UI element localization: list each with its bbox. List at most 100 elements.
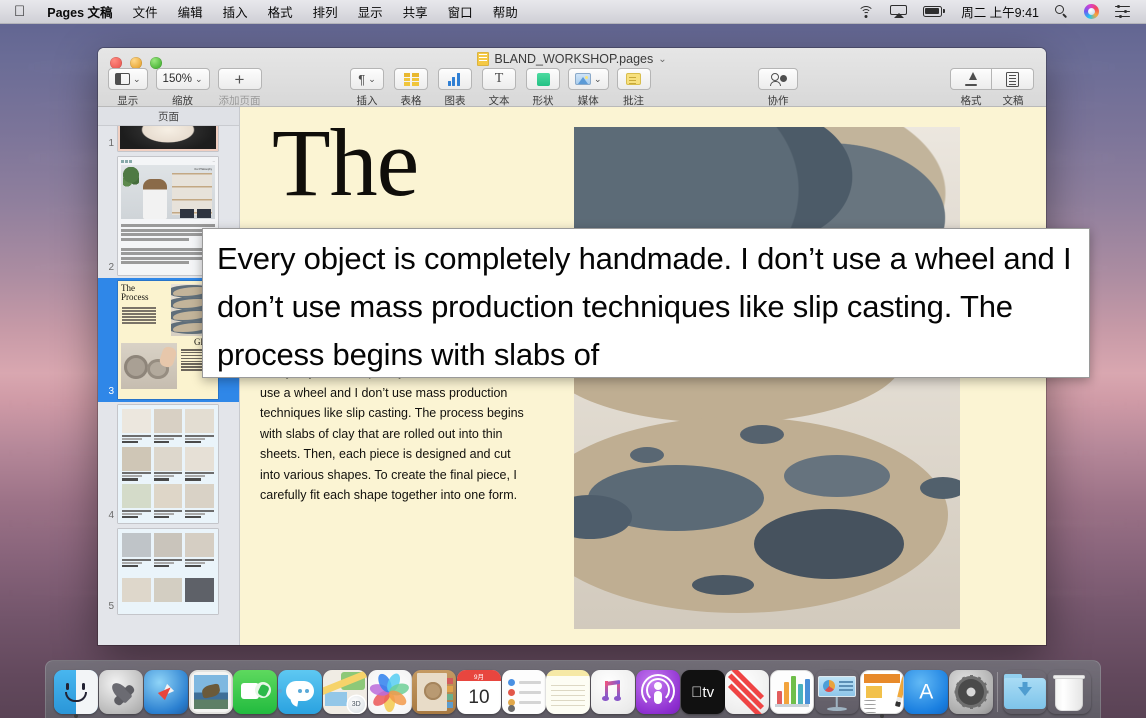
comment-label: 批注	[623, 93, 644, 108]
battery-icon[interactable]	[915, 0, 953, 23]
window-toolbar: BLAND_WORKSHOP.pages ⌄ ⌄ 显示 150%⌄ 缩放 + 添…	[98, 48, 1046, 107]
page-body-text[interactable]: Every object is completely handmade. I d…	[260, 362, 530, 506]
page-thumbnail-1[interactable]: 1	[98, 126, 239, 154]
dock-item-appstore[interactable]: A	[904, 664, 949, 714]
document-panel-label: 文稿	[1003, 93, 1024, 108]
document-panel-button[interactable]: 文稿	[992, 68, 1034, 108]
plus-icon: +	[235, 71, 245, 88]
media-button[interactable]: ⌄ 媒体	[568, 68, 609, 108]
page-number-3: 3	[98, 386, 118, 399]
dock-item-maps[interactable]	[322, 664, 367, 714]
dock-item-numbers[interactable]	[770, 664, 815, 714]
menu-item-view[interactable]: 显示	[348, 0, 393, 23]
dock-item-calendar[interactable]: 9月 10	[457, 664, 502, 714]
page-thumbnail-1-image	[118, 126, 218, 151]
format-panel-button[interactable]: 格式	[950, 68, 992, 108]
zoom-button[interactable]: 150%⌄ 缩放	[156, 68, 210, 108]
dock-item-facetime[interactable]	[233, 664, 278, 714]
menu-item-insert[interactable]: 插入	[213, 0, 258, 23]
menu-bar-clock[interactable]: 周二 上午9:41	[953, 0, 1047, 23]
insert-label: 插入	[357, 93, 378, 108]
chart-label: 图表	[445, 93, 466, 108]
dock-item-contacts[interactable]	[412, 664, 457, 714]
page-number-5: 5	[98, 601, 118, 614]
page-headline[interactable]: The	[272, 115, 418, 211]
control-center-icon[interactable]	[1107, 0, 1138, 23]
dock-item-notes[interactable]	[546, 664, 591, 714]
menu-bar:  Pages 文稿 文件 编辑 插入 格式 排列 显示 共享 窗口 帮助 周二…	[0, 0, 1146, 24]
dock-item-podcasts[interactable]	[636, 664, 681, 714]
dock-item-appletv[interactable]: tv	[680, 664, 725, 714]
shape-button[interactable]: 形状	[524, 68, 562, 108]
collaborate-icon	[770, 72, 787, 86]
add-page-label: 添加页面	[219, 93, 261, 108]
add-page-button[interactable]: + 添加页面	[218, 68, 262, 108]
dock-item-trash[interactable]	[1047, 664, 1092, 714]
chart-icon	[448, 73, 463, 86]
menu-item-edit[interactable]: 编辑	[168, 0, 213, 23]
text-button[interactable]: T 文本	[480, 68, 518, 108]
chart-button[interactable]: 图表	[436, 68, 474, 108]
page-thumbnail-4[interactable]: 4	[98, 402, 239, 526]
dock-item-music[interactable]	[591, 664, 636, 714]
format-label: 格式	[961, 93, 982, 108]
document-title: BLAND_WORKSHOP.pages	[494, 52, 653, 66]
table-icon	[404, 73, 419, 86]
view-icon	[115, 73, 130, 85]
pages-document-icon	[477, 52, 489, 66]
page-thumbnail-5-image	[118, 529, 218, 614]
page-thumbnail-list[interactable]: 1 2 — Our Philosophy	[98, 126, 239, 645]
dock-separator	[993, 670, 1002, 714]
search-icon[interactable]	[1047, 0, 1076, 23]
sidebar-header: 页面	[98, 107, 239, 126]
title-chevron-down-icon[interactable]: ⌄	[658, 54, 666, 65]
document-title-bar[interactable]: BLAND_WORKSHOP.pages ⌄	[98, 52, 1046, 66]
dock-item-safari[interactable]	[143, 664, 188, 714]
view-button[interactable]: ⌄ 显示	[108, 68, 148, 108]
shape-icon	[537, 73, 550, 86]
menu-item-file[interactable]: 文件	[123, 0, 168, 23]
dock-item-launchpad[interactable]	[99, 664, 144, 714]
wifi-icon[interactable]	[850, 0, 882, 23]
dock-item-reminders[interactable]	[501, 664, 546, 714]
dock-item-mail[interactable]	[188, 664, 233, 714]
text-zoom-overlay: Every object is completely handmade. I d…	[202, 228, 1090, 378]
menu-item-arrange[interactable]: 排列	[303, 0, 348, 23]
running-indicator	[74, 714, 78, 718]
calendar-month: 9月	[457, 670, 501, 681]
menu-item-window[interactable]: 窗口	[438, 0, 483, 23]
dock-item-downloads[interactable]	[1002, 664, 1047, 714]
media-icon	[575, 73, 591, 85]
comment-button[interactable]: 批注	[615, 68, 653, 108]
ceramic-plates-photo-bottom[interactable]	[574, 369, 960, 629]
document-icon	[1006, 72, 1019, 87]
menu-item-format[interactable]: 格式	[258, 0, 303, 23]
table-label: 表格	[401, 93, 422, 108]
table-button[interactable]: 表格	[392, 68, 430, 108]
dock-item-pages[interactable]	[859, 664, 904, 714]
dock-item-finder[interactable]	[54, 664, 99, 714]
menu-item-help[interactable]: 帮助	[483, 0, 528, 23]
dock-item-news[interactable]	[725, 664, 770, 714]
paragraph-icon: ¶	[358, 73, 365, 86]
dock-item-system-preferences[interactable]	[949, 664, 994, 714]
menu-item-app[interactable]: Pages 文稿	[37, 0, 122, 23]
dock-item-photos[interactable]	[367, 664, 412, 714]
apple-menu-icon[interactable]: 	[0, 0, 37, 23]
dock-item-keynote[interactable]	[814, 664, 859, 714]
view-button-label: 显示	[117, 93, 138, 108]
shape-label: 形状	[533, 93, 554, 108]
page-number-2: 2	[98, 262, 118, 275]
running-indicator	[880, 714, 884, 718]
siri-icon[interactable]	[1076, 0, 1107, 23]
insert-button[interactable]: ¶⌄ 插入	[348, 68, 386, 108]
zoom-button-label: 缩放	[172, 93, 193, 108]
calendar-day: 10	[457, 681, 501, 714]
format-icon	[963, 72, 979, 86]
text-icon: T	[495, 72, 504, 86]
airplay-icon[interactable]	[882, 0, 915, 23]
collaborate-button[interactable]: 协作	[758, 68, 798, 108]
dock-item-messages[interactable]	[278, 664, 323, 714]
page-thumbnail-5[interactable]: 5	[98, 526, 239, 617]
menu-item-share[interactable]: 共享	[393, 0, 438, 23]
